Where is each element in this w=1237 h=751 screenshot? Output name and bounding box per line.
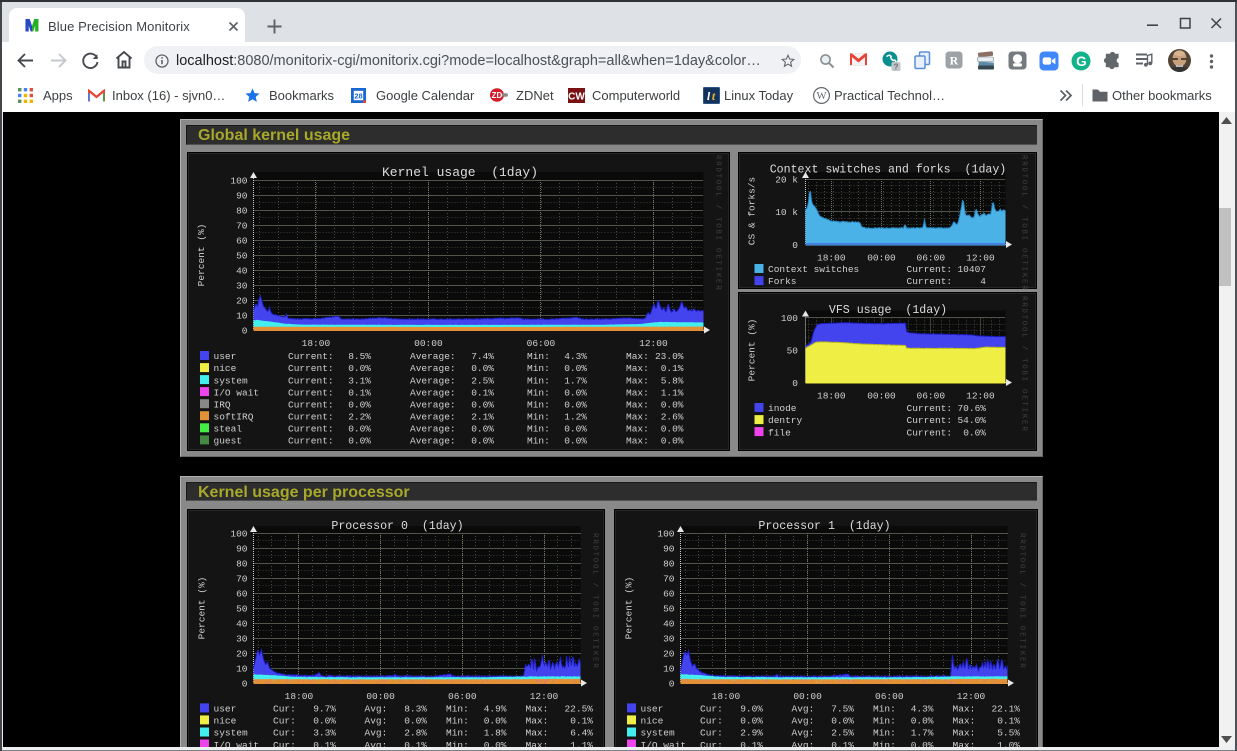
svg-text:?: ? <box>893 62 898 71</box>
svg-text:30: 30 <box>663 634 675 645</box>
svg-text:system: system <box>641 728 676 739</box>
svg-text:Percent (%): Percent (%) <box>624 577 635 640</box>
svg-text:Max:: Max: <box>953 740 976 747</box>
svg-text:Cur:: Cur: <box>700 716 723 727</box>
svg-text:Max:: Max: <box>953 716 976 727</box>
svg-text:18:00: 18:00 <box>712 691 741 702</box>
svg-text:70: 70 <box>663 574 675 585</box>
svg-text:G: G <box>1076 54 1087 69</box>
svg-text:user: user <box>641 704 664 715</box>
svg-text:Cur:: Cur: <box>700 704 723 715</box>
svg-text:1.7%: 1.7% <box>911 728 934 739</box>
svg-text:Min:: Min: <box>873 716 896 727</box>
svg-text:0.0%: 0.0% <box>911 716 934 727</box>
svg-text:90: 90 <box>663 544 675 555</box>
svg-text:Avg:: Avg: <box>792 704 815 715</box>
svg-text:nice: nice <box>641 716 664 727</box>
svg-text:06:00: 06:00 <box>875 691 904 702</box>
svg-text:40: 40 <box>663 619 675 630</box>
svg-text:Cur:: Cur: <box>700 740 723 747</box>
svg-text:10: 10 <box>663 664 675 675</box>
svg-text:0.0%: 0.0% <box>740 716 763 727</box>
svg-text:22.1%: 22.1% <box>991 704 1020 715</box>
svg-text:20: 20 <box>663 649 675 660</box>
svg-text:80: 80 <box>663 559 675 570</box>
svg-text:0.0%: 0.0% <box>911 740 934 747</box>
svg-text:Min:: Min: <box>873 728 896 739</box>
svg-text:7.5%: 7.5% <box>831 704 854 715</box>
svg-text:0.1%: 0.1% <box>740 740 763 747</box>
svg-text:RRDTOOL / TOBI OETIKER: RRDTOOL / TOBI OETIKER <box>1018 533 1026 669</box>
svg-text:CW: CW <box>568 91 585 102</box>
svg-text:1.0%: 1.0% <box>997 740 1020 747</box>
svg-text:5.5%: 5.5% <box>997 728 1020 739</box>
svg-text:Max:: Max: <box>953 704 976 715</box>
svg-text:00:00: 00:00 <box>793 691 822 702</box>
svg-text:Min:: Min: <box>873 704 896 715</box>
svg-text:100: 100 <box>657 529 674 540</box>
svg-text:2.5%: 2.5% <box>831 728 854 739</box>
svg-text:12:00: 12:00 <box>957 691 986 702</box>
svg-text:0: 0 <box>669 679 675 690</box>
svg-text:ZD: ZD <box>492 91 503 100</box>
svg-text:0.0%: 0.0% <box>831 716 854 727</box>
svg-text:Processor 1 (1day): Processor 1 (1day) <box>758 520 890 533</box>
svg-text:2.9%: 2.9% <box>740 728 763 739</box>
svg-text:9.0%: 9.0% <box>740 704 763 715</box>
svg-text:I/O wait: I/O wait <box>641 740 687 747</box>
svg-text:60: 60 <box>663 589 675 600</box>
svg-text:Cur:: Cur: <box>700 728 723 739</box>
svg-text:Avg:: Avg: <box>792 740 815 747</box>
svg-text:Avg:: Avg: <box>792 716 815 727</box>
svg-text:28: 28 <box>354 91 362 100</box>
svg-text:R: R <box>950 54 959 68</box>
svg-text:0.1%: 0.1% <box>831 740 854 747</box>
svg-text:0.1%: 0.1% <box>997 716 1020 727</box>
svg-text:Min:: Min: <box>873 740 896 747</box>
svg-text:Max:: Max: <box>953 728 976 739</box>
svg-text:Avg:: Avg: <box>792 728 815 739</box>
svg-text:50: 50 <box>663 604 675 615</box>
svg-text:M: M <box>25 16 39 33</box>
svg-text:4.3%: 4.3% <box>911 704 934 715</box>
svg-text:W: W <box>816 91 826 102</box>
